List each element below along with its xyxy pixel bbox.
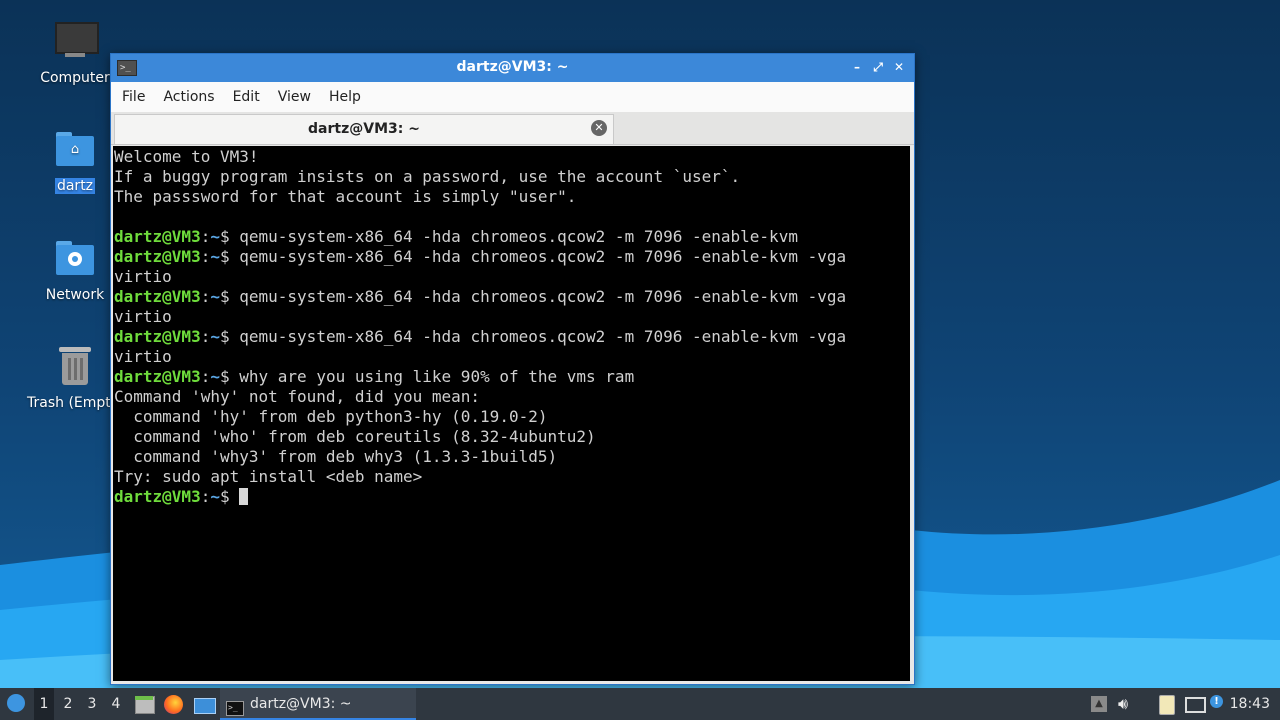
prompt-symbol: $ <box>219 287 240 306</box>
prompt-separator: : <box>200 367 211 386</box>
terminal-command-line: dartz@VM3:~$ why are you using like 90% … <box>113 367 910 387</box>
prompt-separator: : <box>200 287 211 306</box>
close-button[interactable]: ✕ <box>890 58 908 76</box>
show-desktop-icon[interactable] <box>194 695 216 714</box>
desktop-icon-label: dartz <box>54 178 96 194</box>
desktop-icon-label: Network <box>45 287 105 303</box>
prompt-path: ~ <box>210 247 220 266</box>
network-icon[interactable] <box>1184 695 1206 713</box>
terminal-output-line: If a buggy program insists on a password… <box>114 167 741 186</box>
clipboard-icon[interactable] <box>1157 695 1177 715</box>
terminal-command-line: dartz@VM3:~$ qemu-system-x86_64 -hda chr… <box>113 247 910 267</box>
tab-title: dartz@VM3: ~ <box>308 121 420 137</box>
command-text: qemu-system-x86_64 -hda chromeos.qcow2 -… <box>239 227 798 246</box>
terminal-output-line: command 'who' from deb coreutils (8.32-4… <box>114 427 596 446</box>
command-text: why are you using like 90% of the vms ra… <box>239 367 635 386</box>
prompt-path: ~ <box>210 367 220 386</box>
terminal-output-line: The passsword for that account is simply… <box>114 187 577 206</box>
tray-up-arrow-icon[interactable]: ▲ <box>1091 695 1107 713</box>
terminal-output-line: command 'hy' from deb python3-hy (0.19.0… <box>114 407 548 426</box>
prompt-symbol: $ <box>219 487 240 506</box>
taskbar: 1 2 3 4 >_ dartz@VM3: ~ ▲ 🔊︎ ! 18:43 <box>0 688 1280 720</box>
prompt-user: dartz@VM3 <box>114 287 201 306</box>
prompt-path: ~ <box>210 227 220 246</box>
window-titlebar[interactable]: >_ dartz@VM3: ~ – ⤢ ✕ <box>111 54 914 82</box>
start-menu-button[interactable] <box>3 688 29 720</box>
desktop-icon-label: Computer <box>40 70 110 86</box>
computer-icon <box>53 20 99 64</box>
clock[interactable]: 18:43 <box>1230 688 1270 720</box>
prompt-separator: : <box>200 487 211 506</box>
prompt-separator: : <box>200 327 211 346</box>
maximize-button[interactable]: ⤢ <box>869 58 887 76</box>
prompt-user: dartz@VM3 <box>114 327 201 346</box>
prompt-symbol: $ <box>219 247 240 266</box>
prompt-symbol: $ <box>219 327 240 346</box>
terminal-output-line: virtio <box>114 267 172 286</box>
firefox-icon[interactable] <box>164 695 184 714</box>
terminal-cursor <box>239 488 249 505</box>
terminal-command-line: dartz@VM3:~$ qemu-system-x86_64 -hda chr… <box>113 327 910 347</box>
prompt-separator: : <box>200 227 211 246</box>
window-title: dartz@VM3: ~ <box>456 59 569 75</box>
trash-icon <box>53 345 97 389</box>
terminal-task-icon: >_ <box>226 701 244 716</box>
menu-actions[interactable]: Actions <box>156 82 221 112</box>
tab-bar: dartz@VM3: ~ ✕ <box>111 112 914 145</box>
terminal-output-line: virtio <box>114 307 172 326</box>
notification-icon[interactable]: ! <box>1210 695 1230 713</box>
volume-icon[interactable]: 🔊︎ <box>1118 695 1138 713</box>
terminal-command-line: dartz@VM3:~$ qemu-system-x86_64 -hda chr… <box>113 287 910 307</box>
workspace-4[interactable]: 4 <box>106 688 126 720</box>
terminal-command-line: dartz@VM3:~$ qemu-system-x86_64 -hda chr… <box>113 227 910 247</box>
prompt-user: dartz@VM3 <box>114 247 201 266</box>
terminal-output-line: Welcome to VM3! <box>114 147 259 166</box>
prompt-symbol: $ <box>219 227 240 246</box>
home-folder-icon: ⌂ <box>53 128 97 172</box>
terminal-output[interactable]: Welcome to VM3! If a buggy program insist… <box>113 146 910 681</box>
menu-bar: File Actions Edit View Help <box>111 82 914 112</box>
terminal-output-line: command 'why3' from deb why3 (1.3.3-1bui… <box>114 447 558 466</box>
menu-help[interactable]: Help <box>322 82 368 112</box>
prompt-user: dartz@VM3 <box>114 487 201 506</box>
prompt-path: ~ <box>210 287 220 306</box>
terminal-output-line: virtio <box>114 347 172 366</box>
command-text: qemu-system-x86_64 -hda chromeos.qcow2 -… <box>239 327 847 346</box>
network-folder-icon <box>53 237 97 281</box>
prompt-user: dartz@VM3 <box>114 227 201 246</box>
taskbar-task-terminal[interactable]: >_ dartz@VM3: ~ <box>220 688 416 720</box>
prompt-separator: : <box>200 247 211 266</box>
terminal-tab[interactable]: dartz@VM3: ~ ✕ <box>114 114 614 144</box>
menu-file[interactable]: File <box>115 82 152 112</box>
prompt-path: ~ <box>210 487 220 506</box>
task-label: dartz@VM3: ~ <box>250 696 352 712</box>
menu-view[interactable]: View <box>271 82 318 112</box>
tab-close-icon[interactable]: ✕ <box>591 120 607 136</box>
prompt-user: dartz@VM3 <box>114 367 201 386</box>
command-text: qemu-system-x86_64 -hda chromeos.qcow2 -… <box>239 287 847 306</box>
terminal-output-line: Try: sudo apt install <deb name> <box>114 467 423 486</box>
prompt-symbol: $ <box>219 367 240 386</box>
terminal-command-line: dartz@VM3:~$ <box>113 487 910 507</box>
terminal-output-line: Command 'why' not found, did you mean: <box>114 387 481 406</box>
lubuntu-logo-icon <box>7 694 25 712</box>
menu-edit[interactable]: Edit <box>226 82 267 112</box>
prompt-path: ~ <box>210 327 220 346</box>
terminal-window: >_ dartz@VM3: ~ – ⤢ ✕ File Actions Edit Vie… <box>110 53 915 685</box>
workspace-3[interactable]: 3 <box>82 688 102 720</box>
command-text: qemu-system-x86_64 -hda chromeos.qcow2 -… <box>239 247 847 266</box>
workspace-1[interactable]: 1 <box>34 688 54 720</box>
workspace-2[interactable]: 2 <box>58 688 78 720</box>
file-manager-icon[interactable] <box>134 695 155 714</box>
minimize-button[interactable]: – <box>848 58 866 76</box>
